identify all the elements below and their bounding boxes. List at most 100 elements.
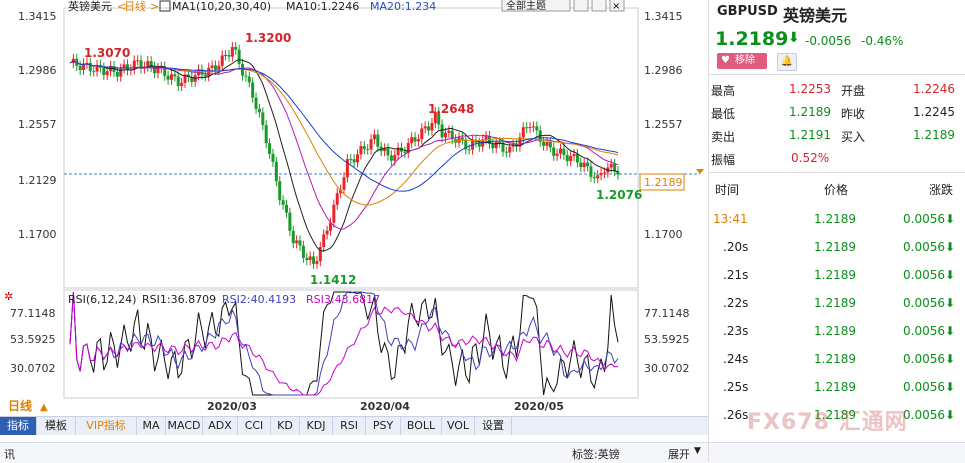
candle-body — [230, 47, 234, 57]
tick-row: .25s 1.2189 0.0056 ⬇ — [709, 373, 965, 401]
toolbar-item-psy[interactable]: PSY — [366, 417, 401, 435]
candle-body — [173, 74, 177, 77]
down-arrow-icon: ⬇ — [945, 380, 956, 394]
candle-body — [548, 142, 552, 148]
rsi-tick-right: 77.1148 — [644, 307, 690, 320]
ma-toggle-icon[interactable] — [159, 0, 171, 12]
candle-body — [115, 71, 119, 77]
column-header-time: 时间 — [715, 183, 740, 197]
tick-row: 13:41 1.2189 0.0056 ⬇ — [709, 205, 965, 233]
candle-body — [301, 245, 305, 258]
tick-change: 0.0056 — [903, 240, 945, 254]
rsi-label: RSI(6,12,24) — [68, 293, 136, 306]
toolbar-item-boll[interactable]: BOLL — [401, 417, 442, 435]
symbol-code: GBPUSD — [717, 4, 778, 19]
expand-chevron-icon[interactable]: ▼ — [694, 446, 701, 456]
last-price: 1.2189 — [715, 28, 789, 50]
divider — [709, 74, 965, 75]
candle-body — [410, 137, 414, 144]
main-plot-frame — [63, 7, 639, 289]
chart-panel[interactable]: 1.3415 1.2986 1.2557 1.2129 1.1700 1.341… — [0, 0, 708, 462]
price-tick-right: 1.2986 — [644, 64, 683, 77]
toolbar-item-template[interactable]: 模板 — [37, 417, 76, 435]
tick-row: .20s 1.2189 0.0056 ⬇ — [709, 233, 965, 261]
rsi-line — [69, 291, 619, 396]
candle-body — [169, 74, 173, 80]
candle-body — [555, 153, 559, 156]
candle-body — [403, 151, 407, 153]
quote-panel: GBPUSD 英镑美元 1.2189 ⬇ -0.0056 -0.46% ♥ 移除… — [708, 0, 965, 463]
date-label: 2020/03 — [207, 400, 257, 413]
candle-body — [376, 134, 380, 147]
toolbar-item-ma[interactable]: MA — [137, 417, 166, 435]
candle-body — [508, 146, 512, 153]
toolbar-item-kd[interactable]: KD — [271, 417, 300, 435]
candle-body — [521, 127, 525, 138]
tick-price: 1.2189 — [814, 352, 856, 366]
candle-body — [352, 159, 356, 163]
rsi-tick-right: 30.0702 — [644, 362, 690, 375]
candle-body — [119, 68, 123, 77]
tick-time: .25s — [723, 380, 749, 394]
candle-body — [545, 142, 549, 146]
toolbar-item-rsi[interactable]: RSI — [333, 417, 366, 435]
candle-body — [586, 162, 590, 167]
candle-body — [102, 67, 106, 75]
toolbar-item-vol[interactable]: VOL — [442, 417, 475, 435]
candle-body — [264, 125, 268, 144]
price-tick-right: 1.1700 — [644, 228, 683, 241]
candle-body — [613, 163, 617, 172]
candle-body — [92, 71, 96, 73]
candle-body — [146, 61, 150, 67]
tick-row: .24s 1.2189 0.0056 ⬇ — [709, 345, 965, 373]
toolbar-item-settings[interactable]: 设置 — [475, 417, 512, 435]
tick-time: .26s — [723, 408, 749, 422]
period-dropdown-icon[interactable]: ▲ — [40, 402, 48, 413]
tick-time: .24s — [723, 352, 749, 366]
tick-change: 0.0056 — [903, 324, 945, 338]
maximize-button[interactable] — [591, 0, 607, 12]
candle-body — [372, 134, 376, 140]
candle-body — [393, 155, 397, 161]
tick-change: 0.0056 — [903, 212, 945, 226]
stat-label: 买入 — [841, 130, 866, 144]
chart-period: 日线 — [124, 0, 146, 13]
period-button[interactable]: 日线 — [8, 398, 32, 413]
candlestick-chart[interactable]: 1.3415 1.2986 1.2557 1.2129 1.1700 1.341… — [0, 0, 708, 416]
candle-body — [271, 153, 275, 162]
toolbar-item-macd[interactable]: MACD — [166, 417, 203, 435]
watermark-text: FX678 汇通网 — [747, 410, 908, 435]
candle-body — [298, 240, 302, 246]
candle-body — [136, 60, 140, 62]
toolbar-item-cci[interactable]: CCI — [238, 417, 271, 435]
rsi-tick-left: 77.1148 — [10, 307, 56, 320]
candle-body — [565, 154, 569, 162]
candle-body — [575, 154, 579, 163]
tick-time: .21s — [723, 268, 749, 282]
tick-time: .23s — [723, 324, 749, 338]
toolbar-item-indicator[interactable]: 指标 — [0, 417, 37, 435]
tick-time: .20s — [723, 240, 749, 254]
minimize-button[interactable] — [573, 0, 589, 12]
remove-button[interactable]: ♥ 移除 — [717, 53, 767, 69]
candle-body — [386, 148, 390, 156]
candle-body — [281, 200, 285, 205]
toolbar-item-adx[interactable]: ADX — [203, 417, 238, 435]
price-tick-left: 1.2129 — [18, 174, 57, 187]
down-arrow-icon: ⬇ — [945, 212, 956, 226]
toolbar-item-vip[interactable]: VIP指标 — [76, 417, 137, 435]
annotation-low: 1.1412 — [310, 273, 356, 287]
chart-period-suffix: > — [150, 0, 159, 13]
down-arrow-icon: ⬇ — [945, 324, 956, 338]
down-arrow-icon: ⬇ — [788, 30, 800, 46]
candle-body — [535, 126, 539, 131]
candle-body — [88, 62, 92, 72]
rsi-settings-icon[interactable]: ✲ — [4, 290, 13, 303]
candle-body — [291, 230, 295, 244]
alert-bell-button[interactable]: 🔔 — [777, 53, 797, 71]
candle-body — [359, 146, 363, 155]
expand-button[interactable]: 展开 — [668, 446, 690, 462]
candle-body — [257, 108, 261, 113]
toolbar-item-kdj[interactable]: KDJ — [300, 417, 333, 435]
candle-body — [284, 204, 288, 213]
